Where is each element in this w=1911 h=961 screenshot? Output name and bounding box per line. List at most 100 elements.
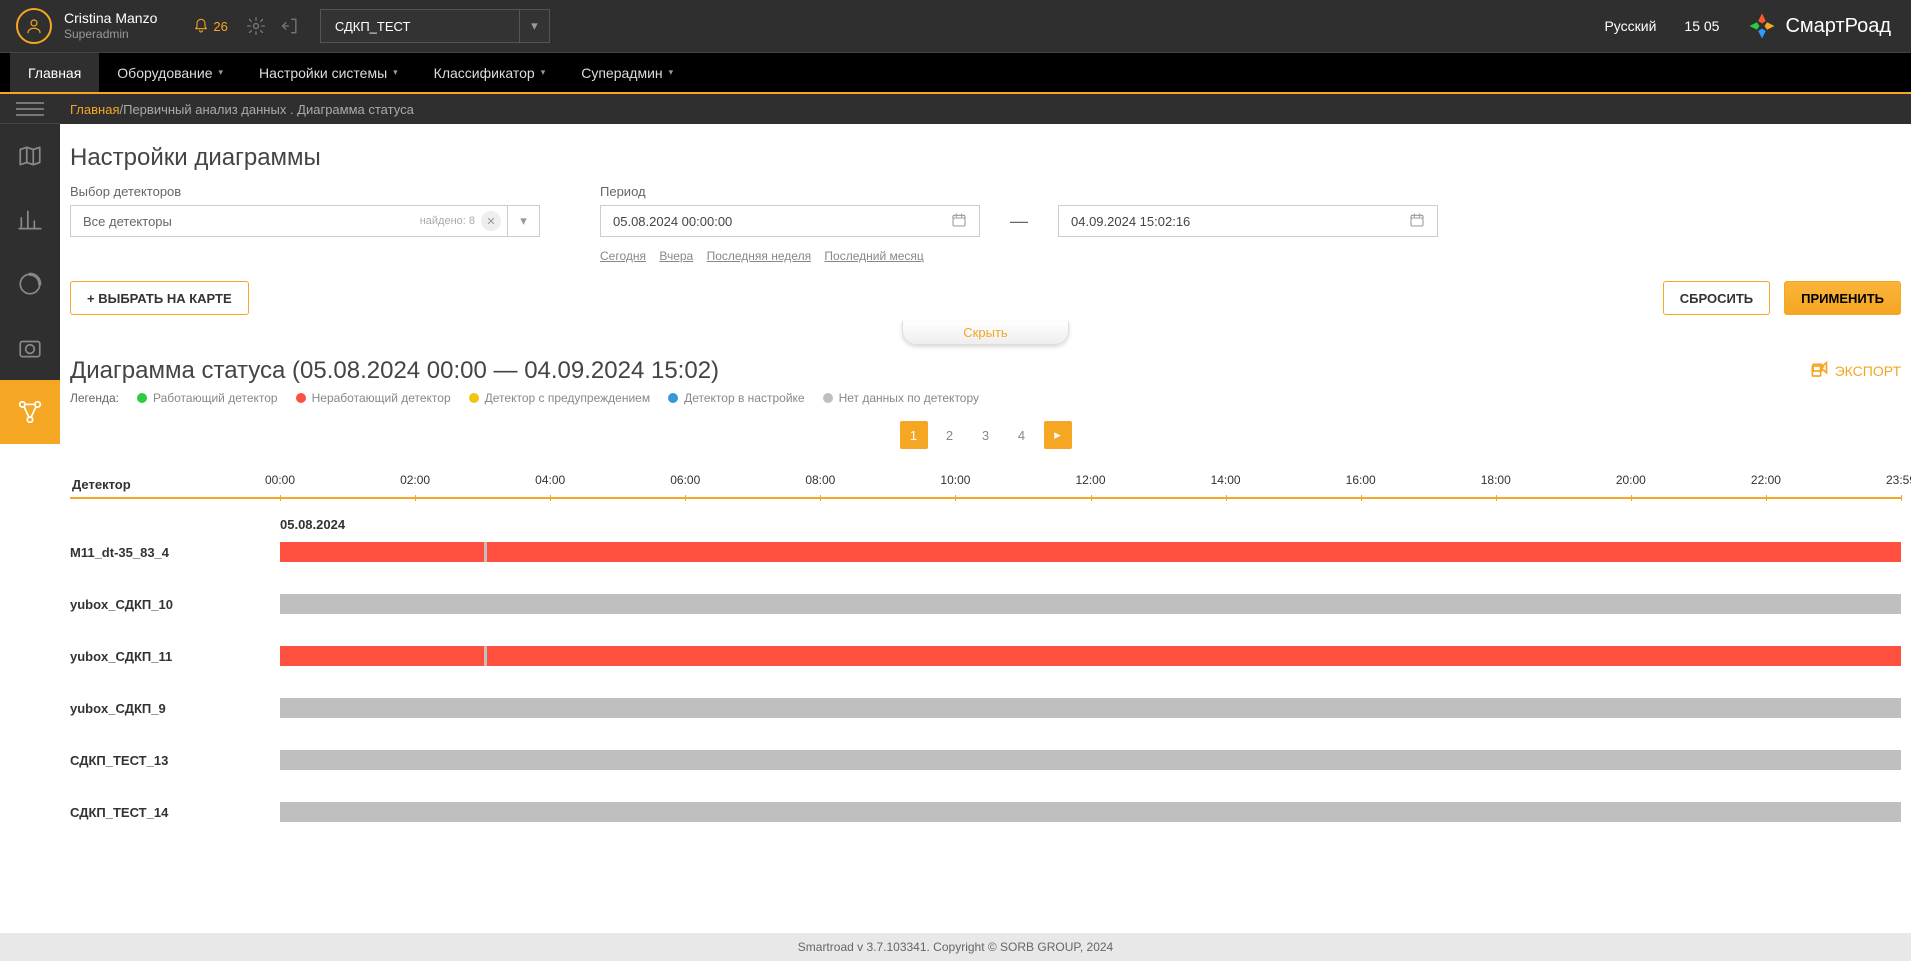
tick-label: 18:00 [1481, 473, 1511, 487]
segment [487, 646, 1901, 666]
legend-item: Работающий детектор [137, 391, 278, 405]
tick-label: 16:00 [1346, 473, 1376, 487]
quick-week[interactable]: Последняя неделя [707, 249, 811, 263]
nav-label: Оборудование [117, 65, 212, 81]
project-value: СДКП_ТЕСТ [321, 19, 519, 34]
language-switch[interactable]: Русский [1604, 18, 1656, 34]
tick-label: 20:00 [1616, 473, 1646, 487]
page-button[interactable]: 2 [936, 421, 964, 449]
date-to-value: 04.09.2024 15:02:16 [1071, 214, 1190, 229]
chevron-down-icon: ▾ [669, 67, 674, 78]
nav-item[interactable]: Главная [10, 53, 99, 92]
quick-yesterday[interactable]: Вчера [659, 249, 693, 263]
network-icon [17, 399, 43, 425]
rail-diagram[interactable] [0, 380, 60, 444]
row-bar-area [280, 698, 1901, 718]
quick-today[interactable]: Сегодня [600, 249, 646, 263]
row-label: yubox_СДКП_11 [70, 649, 280, 664]
segment [280, 542, 484, 562]
breadcrumb-rest: Первичный анализ данных . Диаграмма стат… [123, 102, 414, 117]
row-bar-area [280, 542, 1901, 562]
chart-row: M11_dt-35_83_4 [70, 540, 1901, 564]
chevron-down-icon: ▾ [507, 206, 539, 236]
nav-item[interactable]: Суперадмин ▾ [563, 53, 691, 92]
tick-mark [685, 495, 686, 501]
period-group: Период 05.08.2024 00:00:00 — 04.09.2024 … [600, 184, 1438, 263]
logo-icon [1747, 11, 1777, 41]
detector-column-header: Детектор [70, 477, 280, 492]
row-bar-area [280, 646, 1901, 666]
nav-item[interactable]: Классификатор▾ [416, 53, 564, 92]
calendar-icon [1409, 212, 1425, 231]
brand-text: СмартРоад [1785, 15, 1891, 38]
clear-icon[interactable]: ✕ [481, 211, 501, 231]
reset-button[interactable]: СБРОСИТЬ [1663, 281, 1770, 315]
legend-dot-icon [668, 393, 678, 403]
nav-label: Классификатор [434, 65, 535, 81]
nav-label: Суперадмин [581, 65, 662, 81]
nav-item[interactable]: Настройки системы▾ [241, 53, 416, 92]
progress-circle-icon [17, 271, 43, 297]
gear-icon[interactable] [246, 16, 266, 36]
row-bar-area [280, 802, 1901, 822]
chart-row: yubox_СДКП_11 [70, 644, 1901, 668]
user-block[interactable]: Cristina Manzo Superadmin [0, 8, 173, 44]
chevron-down-icon: ▾ [519, 10, 549, 42]
tick-label: 00:00 [265, 473, 295, 487]
menu-toggle[interactable] [0, 94, 60, 124]
chevron-down-icon: ▾ [219, 67, 224, 78]
rail-stats[interactable] [0, 188, 60, 252]
segment [280, 802, 1901, 822]
export-button[interactable]: ЭКСПОРТ [1809, 361, 1901, 381]
rail-camera[interactable] [0, 316, 60, 380]
tick-mark [1361, 495, 1362, 501]
detectors-select[interactable]: Все детекторы найдено: 8 ✕ ▾ [70, 205, 540, 237]
pagination: 1234 ▸ [70, 421, 1901, 449]
legend: Легенда: Работающий детекторНеработающий… [70, 391, 1901, 405]
page-button[interactable]: 4 [1008, 421, 1036, 449]
settings-title: Настройки диаграммы [70, 144, 1901, 172]
row-label: yubox_СДКП_9 [70, 701, 280, 716]
page-button[interactable]: 1 [900, 421, 928, 449]
row-label: СДКП_ТЕСТ_13 [70, 753, 280, 768]
hide-button[interactable]: Скрыть [902, 321, 1068, 345]
tick-mark [1901, 495, 1902, 501]
legend-dot-icon [137, 393, 147, 403]
user-name: Cristina Manzo [64, 9, 157, 27]
brand: СмартРоад [1747, 11, 1891, 41]
chart-row: yubox_СДКП_9 [70, 696, 1901, 720]
tick-mark [1766, 495, 1767, 501]
notifications[interactable]: 26 [193, 18, 227, 34]
tick-label: 14:00 [1211, 473, 1241, 487]
project-select[interactable]: СДКП_ТЕСТ ▾ [320, 9, 550, 43]
legend-text: Неработающий детектор [312, 391, 451, 405]
segment [487, 542, 1901, 562]
date-from-input[interactable]: 05.08.2024 00:00:00 [600, 205, 980, 237]
legend-item: Неработающий детектор [296, 391, 451, 405]
next-page-button[interactable]: ▸ [1044, 421, 1072, 449]
export-icon [1809, 361, 1829, 381]
map-select-button[interactable]: + ВЫБРАТЬ НА КАРТЕ [70, 281, 249, 315]
tick-label: 22:00 [1751, 473, 1781, 487]
detectors-group: Выбор детекторов Все детекторы найдено: … [70, 184, 540, 237]
logout-icon[interactable] [280, 16, 300, 36]
user-text: Cristina Manzo Superadmin [64, 9, 157, 43]
rail-map[interactable] [0, 124, 60, 188]
nav-label: Настройки системы [259, 65, 387, 81]
row-label: СДКП_ТЕСТ_14 [70, 805, 280, 820]
breadcrumb-home[interactable]: Главная [70, 102, 119, 117]
segment [280, 594, 1901, 614]
segment [280, 698, 1901, 718]
page-button[interactable]: 3 [972, 421, 1000, 449]
export-label: ЭКСПОРТ [1835, 363, 1901, 379]
header-tools [246, 16, 300, 36]
rail-circle[interactable] [0, 252, 60, 316]
tick-mark [820, 495, 821, 501]
legend-dot-icon [296, 393, 306, 403]
apply-button[interactable]: ПРИМЕНИТЬ [1784, 281, 1901, 315]
chart-row: СДКП_ТЕСТ_13 [70, 748, 1901, 772]
date-to-input[interactable]: 04.09.2024 15:02:16 [1058, 205, 1438, 237]
nav-item[interactable]: Оборудование ▾ [99, 53, 241, 92]
quick-month[interactable]: Последний месяц [824, 249, 923, 263]
bell-icon [193, 18, 209, 34]
